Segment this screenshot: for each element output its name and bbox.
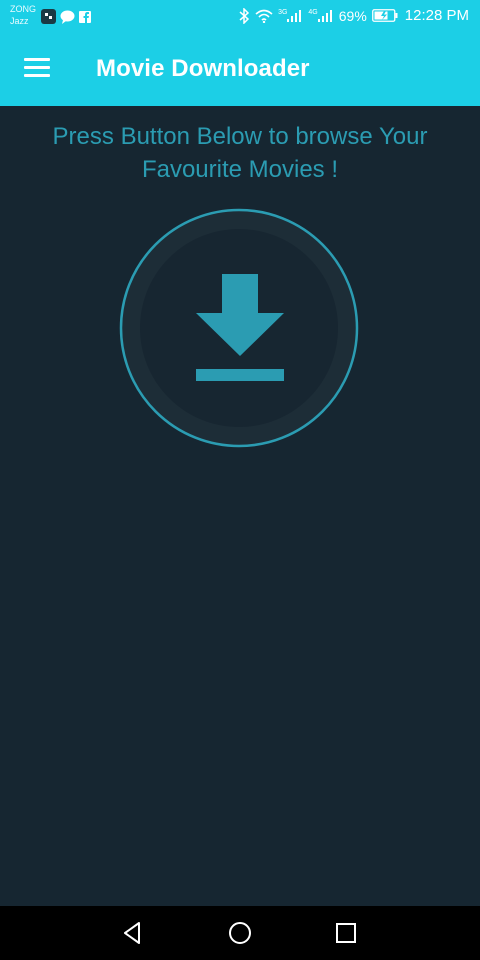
facebook-icon — [79, 10, 91, 23]
app-notification-icon — [41, 9, 56, 24]
status-right: 3G 4G 69% 12:28 PM — [239, 7, 469, 24]
status-bar: ZONG Jazz 3G 4G 69% 12:28 PM — [0, 0, 480, 33]
instruction-line-2: Favourite Movies ! — [141, 156, 339, 183]
app-header: ZONG Jazz 3G 4G 69% 12:28 PM Movie Downl… — [0, 0, 480, 106]
message-icon — [60, 10, 75, 24]
status-time: 12:28 PM — [404, 7, 469, 24]
carrier-line-1: ZONG — [10, 4, 36, 14]
instruction-line-1: Press Button Below to browse Your — [52, 123, 428, 150]
battery-percent: 69% — [338, 7, 367, 24]
notification-icons — [41, 9, 91, 24]
wifi-icon — [255, 9, 273, 23]
bluetooth-icon — [239, 7, 250, 24]
back-icon[interactable] — [119, 919, 147, 947]
signal-2-label: 4G — [308, 9, 318, 16]
instruction-text: Press Button Below to browse Your Favour… — [10, 120, 470, 186]
toolbar: Movie Downloader — [0, 33, 480, 106]
menu-icon[interactable] — [24, 58, 50, 78]
carrier-line-2: Jazz — [10, 16, 29, 26]
signal-2-icon — [317, 10, 332, 22]
battery-icon — [371, 9, 398, 22]
home-icon[interactable] — [226, 919, 254, 947]
download-button[interactable] — [119, 208, 359, 448]
download-circle — [119, 208, 359, 448]
navigation-bar — [0, 906, 480, 960]
recents-icon[interactable] — [332, 919, 360, 947]
signal-1-label: 3G — [278, 9, 288, 16]
carrier-label: ZONG Jazz — [10, 3, 36, 27]
app-title: Movie Downloader — [96, 55, 310, 82]
signal-icon — [287, 10, 302, 22]
